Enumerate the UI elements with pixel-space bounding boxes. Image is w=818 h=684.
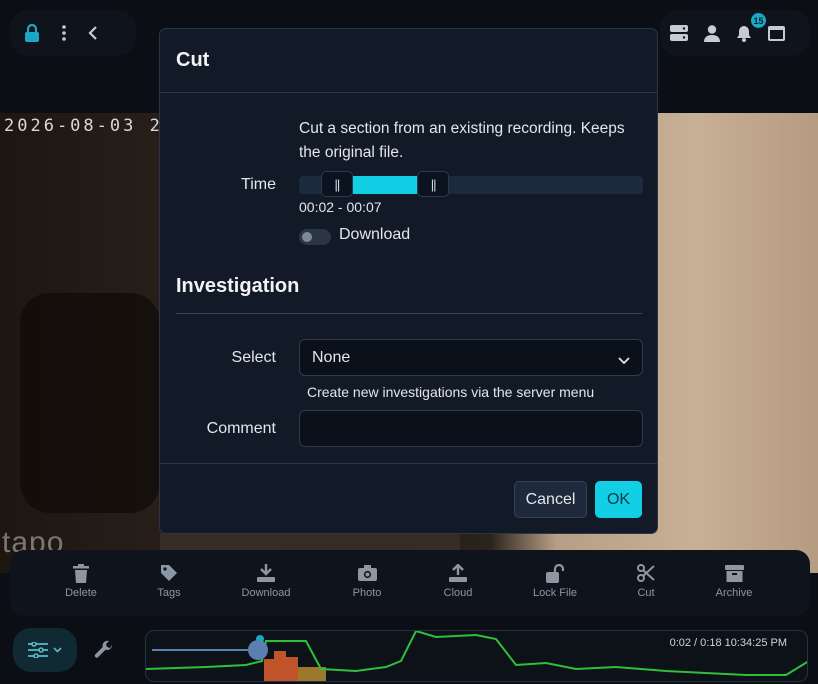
camera-icon	[327, 562, 407, 584]
activity-bar	[286, 657, 298, 681]
dialog-description: Cut a section from an existing recording…	[299, 120, 625, 161]
trash-icon	[41, 562, 121, 584]
ok-button[interactable]: OK	[595, 481, 642, 518]
select-value: None	[312, 348, 351, 366]
lock-icon[interactable]	[24, 24, 40, 42]
select-label: Select	[231, 349, 276, 366]
tags-label: Tags	[157, 587, 181, 599]
timeline[interactable]: 0:02 / 0:18 10:34:25 PM	[145, 630, 808, 682]
action-toolbar: Delete Tags Download Photo Cloud Lock Fi…	[10, 550, 810, 616]
unlock-icon	[515, 562, 595, 584]
delete-button[interactable]: Delete	[41, 562, 121, 599]
delete-label: Delete	[65, 587, 97, 599]
lock-file-button[interactable]: Lock File	[515, 562, 595, 599]
archive-icon	[694, 562, 774, 584]
comment-label: Comment	[206, 420, 276, 437]
time-range-slider[interactable]: || ||	[299, 171, 643, 197]
select-help-text: Create new investigations via the server…	[307, 384, 595, 400]
cloud-label: Cloud	[443, 587, 473, 599]
sliders-icon	[28, 642, 48, 658]
photo-label: Photo	[352, 587, 382, 599]
more-vertical-icon[interactable]	[62, 25, 66, 41]
slider-start-handle[interactable]: ||	[320, 171, 353, 197]
video-shadow	[20, 293, 160, 513]
time-range-text: 00:02 - 00:07	[299, 199, 382, 215]
investigation-heading: Investigation	[176, 275, 300, 297]
cancel-button[interactable]: Cancel	[514, 481, 587, 518]
top-left-controls	[10, 10, 136, 56]
tag-icon	[129, 562, 209, 584]
wrench-icon[interactable]	[94, 640, 114, 660]
top-right-controls: 15	[660, 10, 810, 56]
photo-button[interactable]: Photo	[327, 562, 407, 599]
dialog-title: Cut	[176, 49, 210, 71]
upload-icon	[418, 562, 498, 584]
activity-bar	[274, 651, 286, 681]
toggle-knob	[302, 232, 312, 242]
user-icon[interactable]	[704, 24, 720, 42]
chevron-down-icon	[53, 647, 62, 653]
archive-label: Archive	[715, 587, 753, 599]
activity-bar	[264, 659, 274, 681]
bell-icon[interactable]	[736, 25, 752, 42]
download-toggle[interactable]	[299, 229, 331, 245]
download-button[interactable]: Download	[226, 562, 306, 599]
scissors-icon	[606, 562, 686, 584]
playback-time-readout: 0:02 / 0:18 10:34:25 PM	[669, 637, 787, 649]
cut-dialog: Cut Cut a section from an existing recor…	[159, 28, 658, 534]
window-icon[interactable]	[768, 25, 785, 41]
cut-label: Cut	[637, 587, 655, 599]
cloud-button[interactable]: Cloud	[418, 562, 498, 599]
footer-divider	[160, 463, 657, 464]
playhead-knob[interactable]	[248, 640, 268, 660]
comment-input[interactable]	[299, 410, 643, 447]
slider-selected-range	[352, 176, 418, 194]
server-icon[interactable]	[670, 25, 688, 41]
cut-button[interactable]: Cut	[606, 562, 686, 599]
chevron-left-icon[interactable]	[88, 25, 98, 41]
download-label: Download	[241, 587, 291, 599]
investigation-select[interactable]: None	[299, 339, 643, 376]
time-label: Time	[241, 176, 276, 193]
download-toggle-label: Download	[339, 226, 411, 243]
chevron-down-icon	[618, 352, 630, 370]
section-divider	[176, 313, 642, 314]
filter-button[interactable]	[13, 628, 77, 672]
notification-badge: 15	[751, 13, 766, 28]
video-timestamp: 2026-08-03 2	[4, 116, 163, 136]
download-icon	[226, 562, 306, 584]
tags-button[interactable]: Tags	[129, 562, 209, 599]
lock-file-label: Lock File	[532, 587, 578, 599]
dialog-header: Cut	[160, 29, 657, 93]
archive-button[interactable]: Archive	[694, 562, 774, 599]
slider-end-handle[interactable]: ||	[417, 171, 450, 197]
